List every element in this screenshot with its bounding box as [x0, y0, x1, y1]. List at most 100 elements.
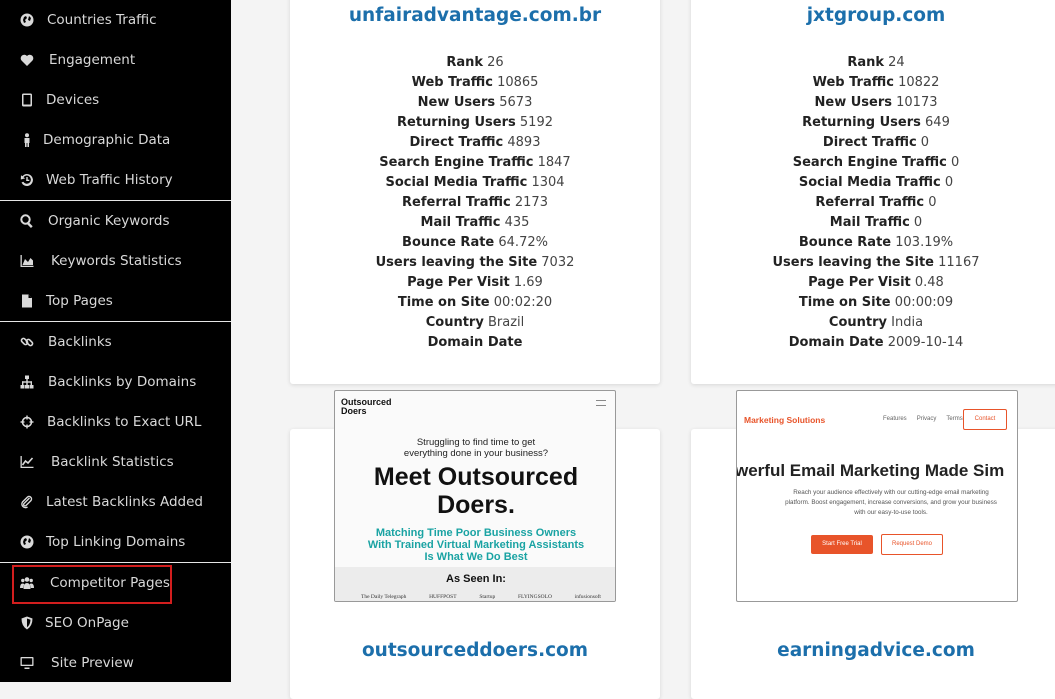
stat-value: 435: [504, 215, 530, 230]
sidebar-item-label: SEO OnPage: [45, 615, 129, 631]
press-logo: FLYINGSOLO: [517, 594, 552, 600]
stat-row: Time on Site 00:02:20: [290, 293, 660, 313]
stat-label: Direct Traffic: [822, 135, 917, 150]
sidebar-item-organic-keywords[interactable]: Organic Keywords: [0, 201, 231, 241]
stat-label: Social Media Traffic: [385, 175, 528, 190]
stat-row: New Users 10173: [691, 93, 1055, 113]
stat-value: 11167: [938, 255, 980, 270]
sidebar-item-competitor-pages[interactable]: Competitor Pages: [0, 563, 231, 603]
stat-row: Country Brazil: [290, 313, 660, 333]
stat-label: Country: [425, 315, 484, 330]
stat-value: 0.48: [914, 275, 944, 290]
stat-row: Users leaving the Site 11167: [691, 253, 1055, 273]
heart-icon: [20, 53, 34, 67]
sidebar-item-label: Backlinks by Domains: [48, 374, 197, 390]
stat-value: 26: [487, 55, 504, 70]
sidebar-item-countries-traffic[interactable]: Countries Traffic: [0, 0, 231, 40]
sidebar-item-label: Backlinks to Exact URL: [47, 414, 202, 430]
users-icon: [20, 576, 34, 590]
stat-row: Returning Users 649: [691, 113, 1055, 133]
sidebar-item-label: Countries Traffic: [47, 12, 157, 28]
stat-value: 5192: [519, 115, 553, 130]
stat-row: Referral Traffic 2173: [290, 193, 660, 213]
competitor-stats: Rank 24 Web Traffic 10822 New Users 10173 R…: [691, 53, 1055, 353]
stat-row: Rank 26: [290, 53, 660, 73]
sidebar-item-engagement[interactable]: Engagement: [0, 40, 231, 80]
sidebar-item-top-linking-domains[interactable]: Top Linking Domains: [0, 522, 231, 562]
main-content: unfairadvantage.com.br Rank 26 Web Traffi…: [231, 0, 1055, 699]
competitor-domain-link[interactable]: earningadvice.com: [691, 640, 1055, 661]
stat-row: Mail Traffic 435: [290, 213, 660, 233]
preview-brand: Marketing Solutions: [744, 415, 826, 425]
competitor-domain-link[interactable]: unfairadvantage.com.br: [290, 5, 660, 26]
stat-label: Mail Traffic: [420, 215, 501, 230]
stat-value: Brazil: [487, 315, 525, 330]
preview-nav: Features Privacy Terms: [883, 416, 963, 422]
sidebar-item-label: Backlinks: [48, 334, 112, 350]
stat-row: New Users 5673: [290, 93, 660, 113]
stat-row: Page Per Visit 0.48: [691, 273, 1055, 293]
competitor-domain-link[interactable]: jxtgroup.com: [691, 5, 1055, 26]
press-logos: The Daily Telegraph HUFFPOST Startup FLYING…: [361, 594, 601, 600]
stat-value: 0: [913, 215, 923, 230]
preview-press-strip: As Seen In: The Daily Telegraph HUFFPOST S…: [335, 567, 615, 601]
stat-label: Rank: [446, 55, 483, 70]
sidebar-item-keywords-statistics[interactable]: Keywords Statistics: [0, 241, 231, 281]
stat-value: 10822: [898, 75, 940, 90]
sitemap-icon: [20, 375, 34, 389]
stat-value: 24: [888, 55, 905, 70]
sidebar-item-label: Backlink Statistics: [51, 454, 174, 470]
stat-label: Returning Users: [397, 115, 516, 130]
sidebar-item-seo-onpage[interactable]: SEO OnPage: [0, 603, 231, 643]
press-logo: HUFFPOST: [429, 594, 457, 600]
preview-headline: Meet Outsourced Doers.: [373, 463, 579, 519]
stat-label: Page Per Visit: [407, 275, 510, 290]
preview-headline: werful Email Marketing Made Sim: [736, 461, 1005, 480]
stat-row: Country India: [691, 313, 1055, 333]
sidebar-item-site-preview[interactable]: Site Preview: [0, 643, 231, 683]
competitor-domain-link[interactable]: outsourceddoers.com: [290, 640, 660, 661]
stat-row: Direct Traffic 0: [691, 133, 1055, 153]
stat-value: 0: [920, 135, 930, 150]
stat-value: 0: [944, 175, 954, 190]
sidebar-item-devices[interactable]: Devices: [0, 80, 231, 120]
stat-label: Bounce Rate: [798, 235, 892, 250]
site-preview-thumbnail[interactable]: Marketing Solutions Features Privacy Terms…: [736, 390, 1018, 602]
globe-icon: [20, 535, 34, 549]
stat-row: Returning Users 5192: [290, 113, 660, 133]
stat-label: Social Media Traffic: [798, 175, 941, 190]
stat-value: 4893: [507, 135, 541, 150]
sidebar-item-backlinks-by-domains[interactable]: Backlinks by Domains: [0, 362, 231, 402]
stat-label: Web Traffic: [812, 75, 894, 90]
link-icon: [20, 335, 34, 349]
sidebar-item-label: Latest Backlinks Added: [46, 494, 203, 510]
stat-row: Bounce Rate 64.72%: [290, 233, 660, 253]
stat-value: 0: [951, 155, 960, 170]
sidebar-item-label: Top Pages: [46, 293, 113, 309]
sidebar-item-demographic-data[interactable]: Demographic Data: [0, 120, 231, 160]
sidebar-item-backlinks[interactable]: Backlinks: [0, 322, 231, 362]
sidebar-item-label: Keywords Statistics: [51, 253, 182, 269]
sidebar-item-backlink-statistics[interactable]: Backlink Statistics: [0, 442, 231, 482]
preview-cta-primary: Start Free Trial: [811, 535, 873, 554]
stat-value: 00:02:20: [493, 295, 553, 310]
shield-icon: [20, 616, 34, 630]
sidebar-item-top-pages[interactable]: Top Pages: [0, 281, 231, 321]
preview-nav-link: Terms: [946, 416, 963, 422]
preview-nav-link: Privacy: [916, 416, 937, 422]
site-preview-thumbnail[interactable]: Outsourced Doers Struggling to find time…: [334, 390, 616, 602]
press-logo: The Daily Telegraph: [361, 594, 407, 600]
preview-tagline: Struggling to find time to get everythin…: [403, 437, 549, 459]
preview-body: Reach your audience effectively with our…: [785, 489, 997, 516]
monitor-icon: [20, 656, 34, 670]
preview-nav-link: Features: [883, 416, 907, 422]
sidebar-item-latest-backlinks-added[interactable]: Latest Backlinks Added: [0, 482, 231, 522]
sidebar-item-backlinks-to-exact-url[interactable]: Backlinks to Exact URL: [0, 402, 231, 442]
stat-value: 10865: [497, 75, 539, 90]
stat-row: Users leaving the Site 7032: [290, 253, 660, 273]
stat-label: Page Per Visit: [808, 275, 911, 290]
sidebar: Countries Traffic Engagement Devices Demogr…: [0, 0, 231, 682]
paperclip-icon: [20, 495, 34, 509]
stat-label: New Users: [814, 95, 893, 110]
sidebar-item-web-traffic-history[interactable]: Web Traffic History: [0, 160, 231, 200]
